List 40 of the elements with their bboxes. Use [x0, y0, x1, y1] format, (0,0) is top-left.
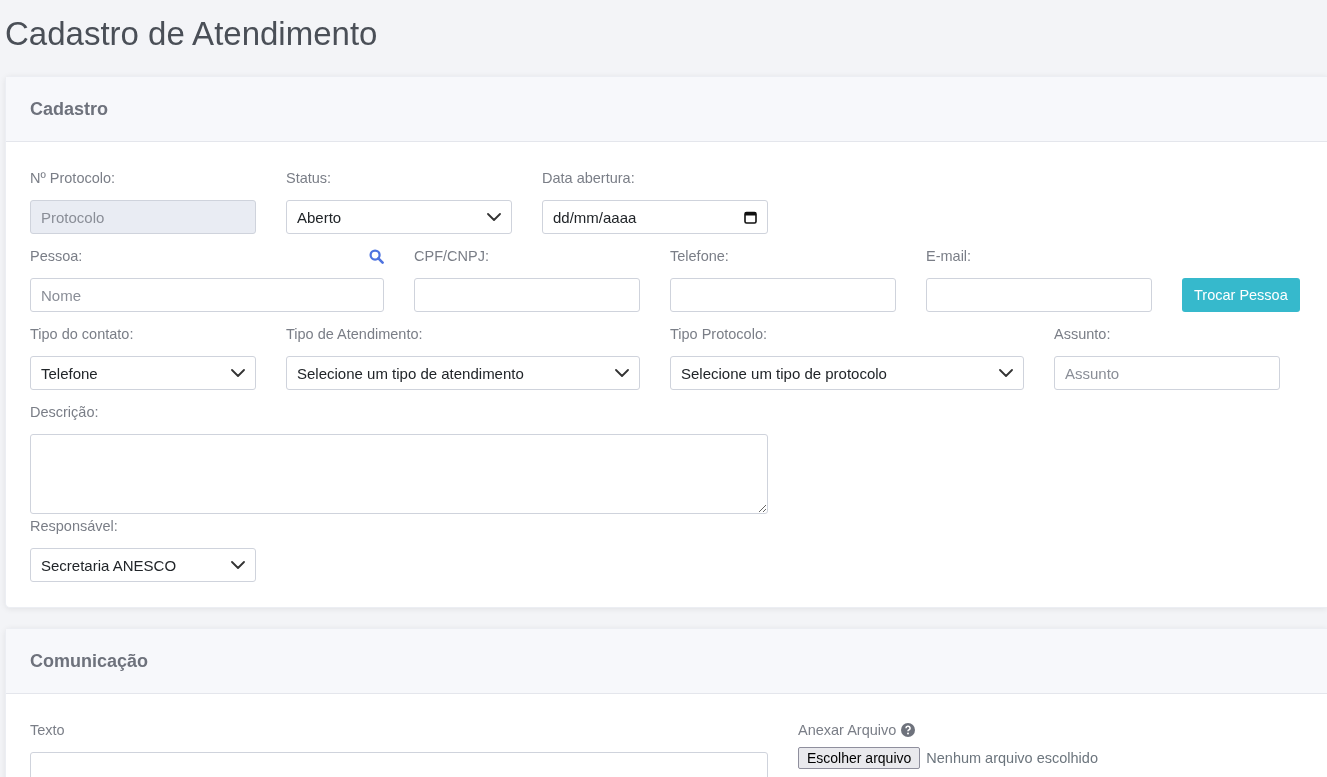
field-label: Telefone:: [670, 248, 729, 264]
field-label: Data abertura:: [542, 170, 635, 186]
field-label: Tipo Protocolo:: [670, 326, 767, 342]
dropdown[interactable]: Secretaria ANESCO: [30, 548, 256, 582]
dropdown[interactable]: Aberto: [286, 200, 512, 234]
field-label: Assunto:: [1054, 326, 1111, 342]
date-field[interactable]: dd/mm/aaaa: [542, 200, 768, 234]
card-title: Cadastro: [30, 98, 109, 120]
text-field[interactable]: [414, 278, 640, 312]
chevron-down-icon: [615, 369, 629, 377]
help-icon[interactable]: [901, 723, 916, 737]
chevron-down-icon: [487, 213, 501, 221]
search-icon[interactable]: [369, 248, 384, 264]
field-label: Anexar Arquivo: [798, 722, 897, 738]
dropdown[interactable]: Selecione um tipo de protocolo: [670, 356, 1024, 390]
field-label: Nº Protocolo:: [30, 170, 116, 186]
field-label: Tipo do contato:: [30, 326, 134, 342]
text-field[interactable]: Assunto: [1054, 356, 1280, 390]
file-status: Nenhum arquivo escolhido: [926, 750, 1098, 766]
text-field[interactable]: [926, 278, 1152, 312]
field-label: E-mail:: [926, 248, 972, 264]
field-label: Responsável:: [30, 518, 118, 534]
dropdown[interactable]: Telefone: [30, 356, 256, 390]
field-label: CPF/CNPJ:: [414, 248, 489, 264]
field-label: Tipo de Atendimento:: [286, 326, 423, 342]
text-field[interactable]: Nome: [30, 278, 384, 312]
chevron-down-icon: [231, 369, 245, 377]
choose-file-button[interactable]: Escolher arquivo: [798, 747, 921, 769]
chevron-down-icon: [999, 369, 1013, 377]
field-label: Texto: [30, 722, 65, 738]
chevron-down-icon: [231, 561, 245, 569]
field-label: Pessoa:: [30, 248, 83, 264]
page-title: Cadastro de Atendimento: [4, 14, 378, 54]
dropdown[interactable]: Selecione um tipo de atendimento: [286, 356, 640, 390]
field-label: Descrição:: [30, 404, 99, 420]
text-field[interactable]: [670, 278, 896, 312]
field-label: Status:: [286, 170, 332, 186]
text-area[interactable]: [30, 434, 768, 514]
card-title: Comunicação: [30, 650, 149, 672]
calendar-icon[interactable]: [744, 210, 757, 224]
